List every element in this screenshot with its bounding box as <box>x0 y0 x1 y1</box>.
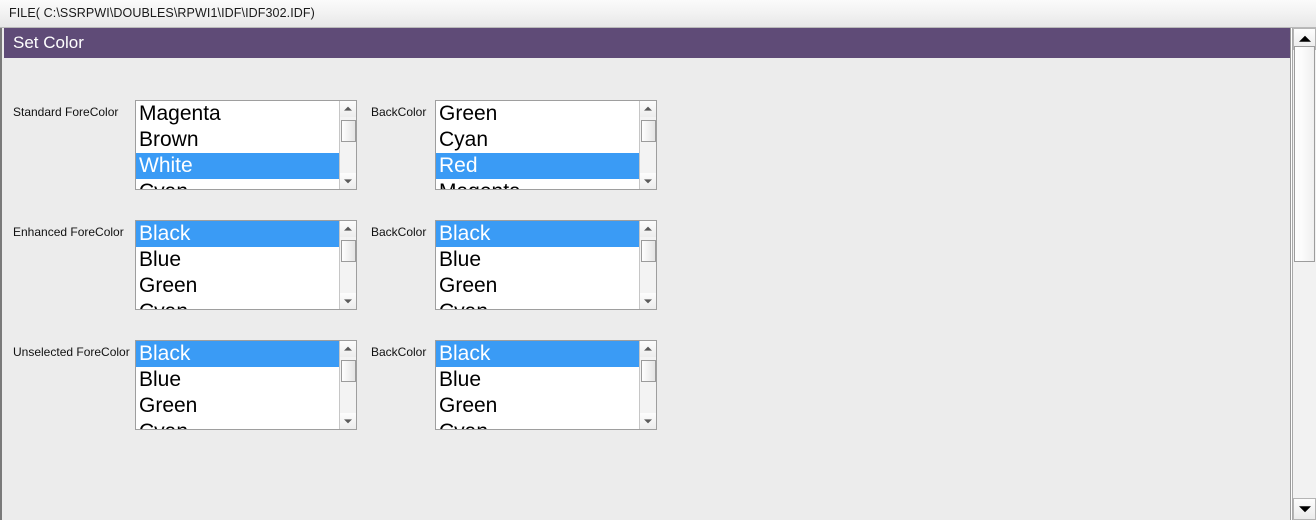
list-item[interactable]: Black <box>136 341 339 367</box>
forecolor-listbox[interactable]: BlackBlueGreenCyan <box>135 220 357 310</box>
list-item[interactable]: Green <box>436 273 639 299</box>
file-path-text: FILE( C:\SSRPWI\DOUBLES\RPWI1\IDF\IDF302… <box>9 6 315 20</box>
list-item[interactable]: Cyan <box>136 419 339 429</box>
listbox-scroll-up-button[interactable] <box>340 221 356 237</box>
listbox-scroll-down-button[interactable] <box>640 293 656 309</box>
forecolor-listbox[interactable]: BlackBlueGreenCyan <box>135 340 357 430</box>
list-item[interactable]: Blue <box>436 247 639 273</box>
listbox-scrollbar[interactable] <box>339 101 356 189</box>
window-content: Standard ForeColor BackColor Magenta Brown W… <box>4 58 1290 518</box>
triangle-down-icon <box>344 299 352 304</box>
listbox-scroll-up-button[interactable] <box>340 341 356 357</box>
listbox-items: BlackBlueGreenCyan <box>436 221 639 309</box>
listbox-scrollbar-thumb[interactable] <box>341 240 356 262</box>
listbox-scrollbar[interactable] <box>339 341 356 429</box>
scrollbar-thumb[interactable] <box>1294 46 1315 262</box>
list-item[interactable]: Green <box>436 101 639 127</box>
file-path-bar: FILE( C:\SSRPWI\DOUBLES\RPWI1\IDF\IDF302… <box>0 0 1316 28</box>
list-item[interactable]: Blue <box>436 367 639 393</box>
listbox-scroll-down-button[interactable] <box>340 413 356 429</box>
triangle-down-icon <box>644 299 652 304</box>
list-item[interactable]: Green <box>136 273 339 299</box>
backcolor-label: BackColor <box>371 345 427 359</box>
listbox-scrollbar[interactable] <box>639 101 656 189</box>
triangle-down-icon <box>344 179 352 184</box>
triangle-up-icon <box>644 106 652 111</box>
list-item[interactable]: Cyan <box>136 299 339 309</box>
listbox-scrollbar-thumb[interactable] <box>641 360 656 382</box>
listbox-items: BlackBlueGreenCyan <box>136 341 339 429</box>
list-item[interactable]: Cyan <box>436 299 639 309</box>
list-item[interactable]: Blue <box>136 367 339 393</box>
listbox-scrollbar-thumb[interactable] <box>641 240 656 262</box>
triangle-up-icon <box>644 346 652 351</box>
listbox-scroll-up-button[interactable] <box>640 341 656 357</box>
listbox-scroll-down-button[interactable] <box>640 173 656 189</box>
list-item[interactable]: Red <box>436 153 639 179</box>
listbox-items: BlackBlueGreenCyan <box>136 221 339 309</box>
list-item[interactable]: Green <box>136 393 339 419</box>
triangle-up-icon <box>1298 35 1311 42</box>
forecolor-label: Standard ForeColor <box>13 105 119 119</box>
list-item[interactable]: Cyan <box>436 419 639 429</box>
listbox-scroll-down-button[interactable] <box>640 413 656 429</box>
listbox-scroll-down-button[interactable] <box>340 293 356 309</box>
list-item[interactable]: White <box>136 153 339 179</box>
list-item[interactable]: Blue <box>136 247 339 273</box>
list-item[interactable]: Green <box>436 393 639 419</box>
backcolor-listbox[interactable]: BlackBlueGreenCyan <box>435 340 657 430</box>
forecolor-label: Enhanced ForeColor <box>13 225 124 239</box>
triangle-down-icon <box>1298 506 1311 513</box>
listbox-scroll-up-button[interactable] <box>640 101 656 117</box>
listbox-items: MagentaBrownWhiteCyan <box>136 101 339 189</box>
backcolor-listbox[interactable]: BlackBlueGreenCyan <box>435 220 657 310</box>
list-item[interactable]: Magenta <box>136 101 339 127</box>
set-color-window: Set Color Standard ForeColor BackColor Mag… <box>0 28 1291 520</box>
listbox-items: GreenCyanRedMagenta <box>436 101 639 189</box>
list-item[interactable]: Black <box>436 221 639 247</box>
scrollbar-down-button[interactable] <box>1293 498 1316 520</box>
triangle-up-icon <box>344 226 352 231</box>
list-item[interactable]: Black <box>136 221 339 247</box>
listbox-scrollbar-thumb[interactable] <box>641 120 656 142</box>
window-titlebar: Set Color <box>4 28 1290 58</box>
listbox-scroll-down-button[interactable] <box>340 173 356 189</box>
color-setting-row: Unselected ForeColor BackColor Black Blue Gr… <box>4 340 1290 435</box>
list-item[interactable]: Magenta <box>436 179 639 189</box>
triangle-down-icon <box>344 419 352 424</box>
color-setting-row: Enhanced ForeColor BackColor Black Blue Gree… <box>4 220 1290 315</box>
listbox-items: BlackBlueGreenCyan <box>436 341 639 429</box>
listbox-scrollbar-thumb[interactable] <box>341 360 356 382</box>
backcolor-label: BackColor <box>371 105 427 119</box>
triangle-up-icon <box>644 226 652 231</box>
window-title: Set Color <box>13 33 84 52</box>
list-item[interactable]: Cyan <box>136 179 339 189</box>
triangle-up-icon <box>344 106 352 111</box>
triangle-up-icon <box>344 346 352 351</box>
app-root: FILE( C:\SSRPWI\DOUBLES\RPWI1\IDF\IDF302… <box>0 0 1316 520</box>
listbox-scrollbar[interactable] <box>639 341 656 429</box>
forecolor-label: Unselected ForeColor <box>13 345 130 359</box>
listbox-scroll-up-button[interactable] <box>640 221 656 237</box>
triangle-down-icon <box>644 179 652 184</box>
listbox-scroll-up-button[interactable] <box>340 101 356 117</box>
backcolor-label: BackColor <box>371 225 427 239</box>
window-vertical-scrollbar[interactable] <box>1292 28 1316 520</box>
list-item[interactable]: Black <box>436 341 639 367</box>
triangle-down-icon <box>644 419 652 424</box>
color-setting-row: Standard ForeColor BackColor Magenta Brown W… <box>4 100 1290 195</box>
listbox-scrollbar[interactable] <box>339 221 356 309</box>
backcolor-listbox[interactable]: GreenCyanRedMagenta <box>435 100 657 190</box>
listbox-scrollbar[interactable] <box>639 221 656 309</box>
list-item[interactable]: Cyan <box>436 127 639 153</box>
list-item[interactable]: Brown <box>136 127 339 153</box>
forecolor-listbox[interactable]: MagentaBrownWhiteCyan <box>135 100 357 190</box>
listbox-scrollbar-thumb[interactable] <box>341 120 356 142</box>
